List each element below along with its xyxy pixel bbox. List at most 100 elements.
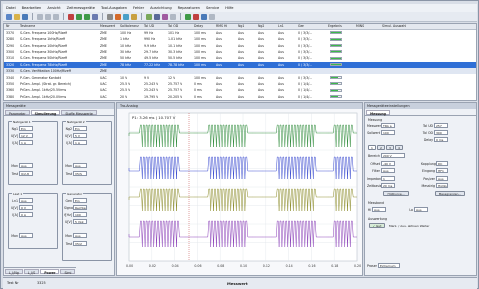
ok-icon[interactable]	[185, 13, 191, 20]
ng2-current[interactable]: 1 A	[73, 140, 87, 145]
last-select[interactable]: Aus	[19, 198, 33, 203]
tol-ud-input[interactable]: 257	[434, 123, 448, 128]
ng1-test[interactable]: IC2-8	[19, 171, 33, 176]
col-delay[interactable]: Delay	[194, 24, 203, 28]
ng1-current[interactable]: 1 A	[19, 140, 33, 145]
open-icon[interactable]	[14, 13, 20, 20]
tab-messung[interactable]: Messung	[366, 110, 390, 116]
table-row[interactable]: 3320 S-Gen. Frequenz 78kHz/Rlzeff ZME 78 kH…	[4, 62, 476, 68]
ng1-select[interactable]: Ein	[19, 126, 33, 131]
channel-tab-2[interactable]: 2	[377, 145, 385, 150]
table-row[interactable]: 3360 PrGen. Ampl. 1kHz/25.5Vrms UAC 25.5 V 2…	[4, 88, 476, 94]
ng2-voltage[interactable]: 5 V	[73, 133, 87, 138]
table-row[interactable]: 3280 S-Gen. Frequenz 1kHz/Rlzeff ZME 1 kHz 9…	[4, 36, 476, 42]
table-row[interactable]: 3330 S-Gen. Verifikation 100Hz/Rlzeff ZME	[4, 68, 476, 74]
last-current[interactable]: 0 A	[19, 212, 33, 217]
save-icon[interactable]	[22, 13, 28, 20]
lo-select[interactable]: Aus	[414, 207, 428, 212]
zeitbasis-select[interactable]: 20 ms	[381, 183, 395, 188]
ng2-select[interactable]: Ein	[73, 126, 87, 131]
tab-parameter[interactable]: Parameter	[5, 110, 30, 116]
menu-reparaturen[interactable]: Reparaturen	[178, 6, 200, 10]
col-testname[interactable]: Testname	[20, 24, 35, 28]
col-ln1[interactable]: Ln1	[278, 24, 284, 28]
cut-icon[interactable]	[37, 13, 43, 20]
menu-fehler[interactable]: Fehler	[133, 6, 144, 10]
paste-icon[interactable]	[53, 13, 59, 20]
messgrenzen-button[interactable]: Messgrenzen...	[435, 191, 465, 196]
table-row[interactable]: 3310 S-Gen. Frequenz 50kHz/Rlzeff ZME 50 kH…	[4, 56, 476, 62]
menu-hilfe[interactable]: Hilfe	[225, 6, 233, 10]
messtrig-select[interactable]: Hüllkurve	[436, 183, 448, 188]
stop-icon[interactable]	[68, 13, 74, 20]
col-ng1[interactable]: Ng1	[238, 24, 244, 28]
col-messwert[interactable]: Messwert	[100, 24, 115, 28]
kopplung-select[interactable]: DC	[436, 161, 448, 166]
table-row[interactable]: 3340 P-Gen. Generator Kontakt UAC 10 V 9 V 12…	[4, 75, 476, 81]
help-icon[interactable]	[209, 13, 215, 20]
last-voltage[interactable]: 0 V	[19, 205, 33, 210]
col-tolud[interactable]: Tol UD	[144, 24, 154, 28]
table-row[interactable]: 3300 S-Gen. Frequenz 30kHz/Rlzeff ZME 30 kH…	[4, 49, 476, 55]
scope-plot[interactable]: P1: 3.26 ms | 10.707 V 0.00 0.02 0.04 0.06 0.…	[117, 109, 362, 275]
col-soll[interactable]: Solltoleranz	[120, 24, 139, 28]
gen-select[interactable]: Ein	[73, 198, 87, 203]
gen-monitor[interactable]: Aus	[73, 233, 87, 238]
menu-bearbeiten[interactable]: Bearbeiten	[22, 6, 42, 10]
hi-select[interactable]: Aus	[372, 207, 386, 212]
gen-voltage[interactable]: 5 Vpk	[73, 219, 87, 224]
col-gen[interactable]: Gen	[298, 24, 304, 28]
report-icon[interactable]	[162, 13, 168, 20]
menu-zeitmessgeraete[interactable]: Zeitmessgeräte	[67, 6, 95, 10]
chart-icon[interactable]	[115, 13, 121, 20]
last-monitor[interactable]: Aus	[19, 233, 33, 238]
sollwert-input[interactable]: 100	[381, 130, 395, 135]
tab-simulierung[interactable]: Simulierung	[30, 110, 61, 116]
table-row[interactable]: 3290 S-Gen. Frequenz 10kHz/Rlzeff ZME 10 kH…	[4, 43, 476, 49]
tol-od-input[interactable]: 300	[434, 130, 448, 135]
col-ergebnis[interactable]: Ergebnis	[328, 24, 342, 28]
gen-test[interactable]: V5/2	[73, 241, 87, 246]
menu-service[interactable]: Service	[206, 6, 219, 10]
tab-power[interactable]: Power	[40, 269, 60, 275]
info-icon[interactable]	[201, 13, 207, 20]
tab-simi[interactable]: Simi	[60, 269, 76, 275]
gen-signal[interactable]: Rechteck	[73, 205, 87, 210]
gen-frequency[interactable]: 100 kHz	[73, 212, 87, 217]
col-tolod[interactable]: Tol OD	[168, 24, 178, 28]
eingang-select[interactable]: HF1	[436, 168, 448, 173]
ng2-monitor[interactable]: Aus	[73, 163, 87, 168]
offset-input[interactable]: -40 V	[381, 161, 395, 166]
col-nr[interactable]: Nr	[6, 24, 10, 28]
delay-input[interactable]: 0 ms	[434, 137, 448, 142]
channel-tab-4[interactable]: 4	[395, 145, 403, 150]
messwert-select[interactable]: TRA a	[381, 123, 395, 128]
ng1-voltage[interactable]: 12 V	[19, 133, 33, 138]
zoom-icon[interactable]	[170, 13, 176, 20]
col-ng2[interactable]: Ng2	[258, 24, 264, 28]
col-simul[interactable]: Simul. Auswahl	[382, 24, 406, 28]
proser-select[interactable]: Extremum	[378, 263, 400, 268]
measure-icon[interactable]	[123, 13, 129, 20]
copy-icon[interactable]	[45, 13, 51, 20]
new-icon[interactable]	[6, 13, 12, 20]
table-row[interactable]: 3350 PrGen. Ampl. (Strat. gr. Bereich) UAC…	[4, 81, 476, 87]
step-icon[interactable]	[84, 13, 90, 20]
print-icon[interactable]	[154, 13, 160, 20]
menu-ausrichtung[interactable]: Ausrichtung	[150, 6, 172, 10]
filter-select[interactable]: Aus	[381, 168, 395, 173]
menu-datei[interactable]: Datei	[6, 6, 16, 10]
col-rmshi[interactable]: RMS Hi	[216, 24, 227, 28]
warning-icon[interactable]	[131, 13, 137, 20]
impedanz-select[interactable]: 1 MOhm	[381, 176, 395, 181]
ng2-test[interactable]: V5/S	[73, 171, 87, 176]
channel-tab-3[interactable]: 3	[386, 145, 394, 150]
fail-icon[interactable]	[193, 13, 199, 20]
bereich-select[interactable]: 200 V	[381, 153, 405, 158]
table-row[interactable]: 3380 PrGen. Ampl. 1kHz/20.0Vrms UAC 20 V 19.…	[4, 94, 476, 100]
tab-li-s[interactable]: L_I/S	[23, 269, 40, 275]
col-mins[interactable]: MINS	[356, 24, 364, 28]
huellkurve-button[interactable]: Hüllkurve...	[383, 191, 409, 196]
channel-tab-1[interactable]: 1	[368, 145, 376, 150]
play-icon[interactable]	[76, 13, 82, 20]
